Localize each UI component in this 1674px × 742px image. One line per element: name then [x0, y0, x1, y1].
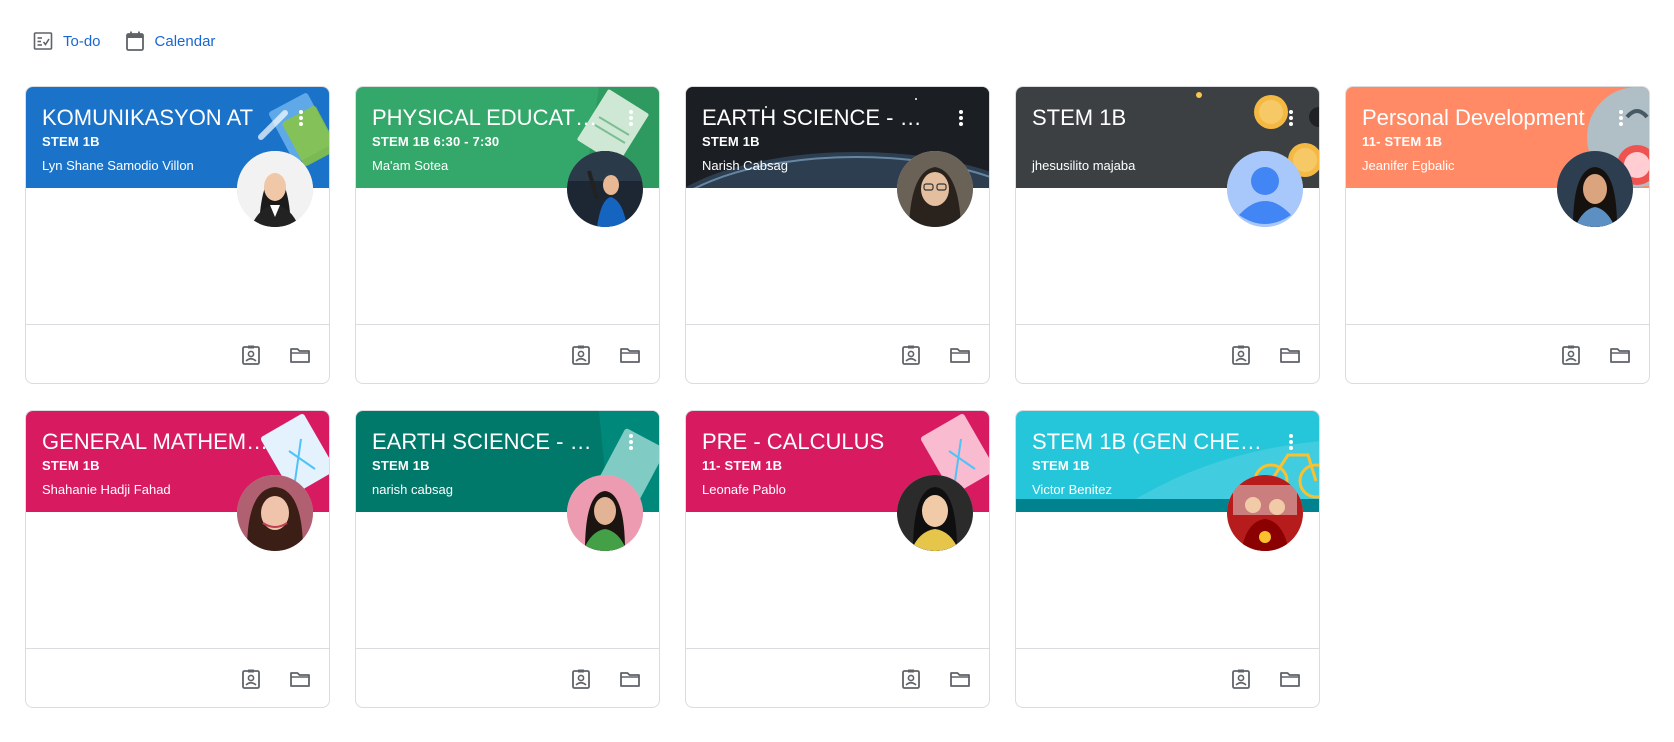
- assignments-icon[interactable]: [899, 343, 923, 367]
- teacher-avatar: [897, 151, 973, 227]
- folder-icon[interactable]: [1608, 343, 1632, 367]
- more-options-button[interactable]: [1279, 430, 1303, 454]
- teacher-avatar: [1227, 151, 1303, 227]
- class-title[interactable]: Personal Development: [1362, 104, 1592, 132]
- todo-label: To-do: [63, 32, 101, 50]
- calendar-icon: [125, 30, 145, 52]
- class-card[interactable]: Personal Development 11- STEM 1B Jeanife…: [1345, 86, 1650, 384]
- teacher-avatar: [1557, 151, 1633, 227]
- assignments-icon[interactable]: [1229, 343, 1253, 367]
- class-title[interactable]: STEM 1B: [1032, 104, 1262, 132]
- teacher-name: Leonafe Pablo: [702, 482, 786, 497]
- todo-link[interactable]: To-do: [33, 31, 101, 51]
- teacher-avatar: [237, 151, 313, 227]
- folder-icon[interactable]: [1278, 343, 1302, 367]
- card-footer: [26, 648, 329, 707]
- class-card[interactable]: STEM 1B (GEN CHEM1) STEM 1B Victor Benit…: [1015, 410, 1320, 708]
- card-footer: [1016, 324, 1319, 383]
- folder-icon[interactable]: [948, 667, 972, 691]
- class-card[interactable]: STEM 1B jhesusilito majaba: [1015, 86, 1320, 384]
- teacher-name: Victor Benitez: [1032, 482, 1112, 497]
- folder-icon[interactable]: [618, 343, 642, 367]
- teacher-name: Shahanie Hadji Fahad: [42, 482, 171, 497]
- card-footer: [686, 648, 989, 707]
- teacher-name: Jeanifer Egbalic: [1362, 158, 1455, 173]
- teacher-name: narish cabsag: [372, 482, 453, 497]
- more-vert-icon: [629, 434, 633, 450]
- class-section: STEM 1B: [42, 134, 100, 149]
- teacher-avatar: [897, 475, 973, 551]
- more-options-button[interactable]: [619, 430, 643, 454]
- top-nav: To-do Calendar: [33, 30, 215, 52]
- class-title[interactable]: EARTH SCIENCE - ST...: [702, 104, 932, 132]
- folder-icon[interactable]: [288, 343, 312, 367]
- more-options-button[interactable]: [289, 106, 313, 130]
- teacher-avatar: [567, 475, 643, 551]
- card-footer: [686, 324, 989, 383]
- teacher-avatar: [567, 151, 643, 227]
- more-vert-icon: [959, 110, 963, 126]
- teacher-avatar: [1227, 475, 1303, 551]
- more-options-button[interactable]: [1609, 106, 1633, 130]
- folder-icon[interactable]: [948, 343, 972, 367]
- class-title[interactable]: PHYSICAL EDUCATIO...: [372, 104, 602, 132]
- teacher-name: Narish Cabsag: [702, 158, 788, 173]
- class-section: 11- STEM 1B: [1362, 134, 1443, 149]
- teacher-name: Lyn Shane Samodio Villon: [42, 158, 194, 173]
- class-title[interactable]: GENERAL MATHEMA...: [42, 428, 272, 456]
- class-title[interactable]: KOMUNIKASYON AT: [42, 104, 272, 132]
- card-footer: [1346, 324, 1649, 383]
- more-vert-icon: [1289, 110, 1293, 126]
- folder-icon[interactable]: [618, 667, 642, 691]
- teacher-avatar: [237, 475, 313, 551]
- class-title[interactable]: PRE - CALCULUS: [702, 428, 932, 456]
- class-title[interactable]: EARTH SCIENCE - ST...: [372, 428, 602, 456]
- assignments-icon[interactable]: [239, 667, 263, 691]
- assignments-icon[interactable]: [899, 667, 923, 691]
- class-section: STEM 1B: [372, 458, 430, 473]
- class-section: 11- STEM 1B: [702, 458, 783, 473]
- card-footer: [1016, 648, 1319, 707]
- more-vert-icon: [299, 110, 303, 126]
- folder-icon[interactable]: [1278, 667, 1302, 691]
- assignments-icon[interactable]: [1229, 667, 1253, 691]
- more-vert-icon: [629, 110, 633, 126]
- more-options-button[interactable]: [1279, 106, 1303, 130]
- class-section: STEM 1B: [1032, 458, 1090, 473]
- class-card[interactable]: EARTH SCIENCE - ST... STEM 1B Narish Cab…: [685, 86, 990, 384]
- calendar-label: Calendar: [154, 32, 216, 50]
- card-footer: [26, 324, 329, 383]
- assignments-icon[interactable]: [239, 343, 263, 367]
- folder-icon[interactable]: [288, 667, 312, 691]
- class-card[interactable]: PHYSICAL EDUCATIO... STEM 1B 6:30 - 7:30…: [355, 86, 660, 384]
- assignments-icon[interactable]: [569, 343, 593, 367]
- class-title[interactable]: STEM 1B (GEN CHEM1): [1032, 428, 1262, 456]
- card-footer: [356, 324, 659, 383]
- more-vert-icon: [1619, 110, 1623, 126]
- more-vert-icon: [1289, 434, 1293, 450]
- more-options-button[interactable]: [949, 106, 973, 130]
- class-section: STEM 1B: [42, 458, 100, 473]
- assignments-icon[interactable]: [1559, 343, 1583, 367]
- class-card[interactable]: GENERAL MATHEMA... STEM 1B Shahanie Hadj…: [25, 410, 330, 708]
- assignments-icon[interactable]: [569, 667, 593, 691]
- calendar-link[interactable]: Calendar: [125, 30, 216, 52]
- card-footer: [356, 648, 659, 707]
- teacher-name: jhesusilito majaba: [1032, 158, 1136, 173]
- more-options-button[interactable]: [619, 106, 643, 130]
- class-card-grid: KOMUNIKASYON AT STEM 1B Lyn Shane Samodi…: [25, 86, 1650, 708]
- teacher-name: Ma'am Sotea: [372, 158, 449, 173]
- class-card[interactable]: KOMUNIKASYON AT STEM 1B Lyn Shane Samodi…: [25, 86, 330, 384]
- class-card[interactable]: PRE - CALCULUS 11- STEM 1B Leonafe Pablo: [685, 410, 990, 708]
- class-section: STEM 1B: [702, 134, 760, 149]
- class-section: STEM 1B 6:30 - 7:30: [372, 134, 500, 149]
- todo-icon: [33, 31, 53, 51]
- class-card[interactable]: EARTH SCIENCE - ST... STEM 1B narish cab…: [355, 410, 660, 708]
